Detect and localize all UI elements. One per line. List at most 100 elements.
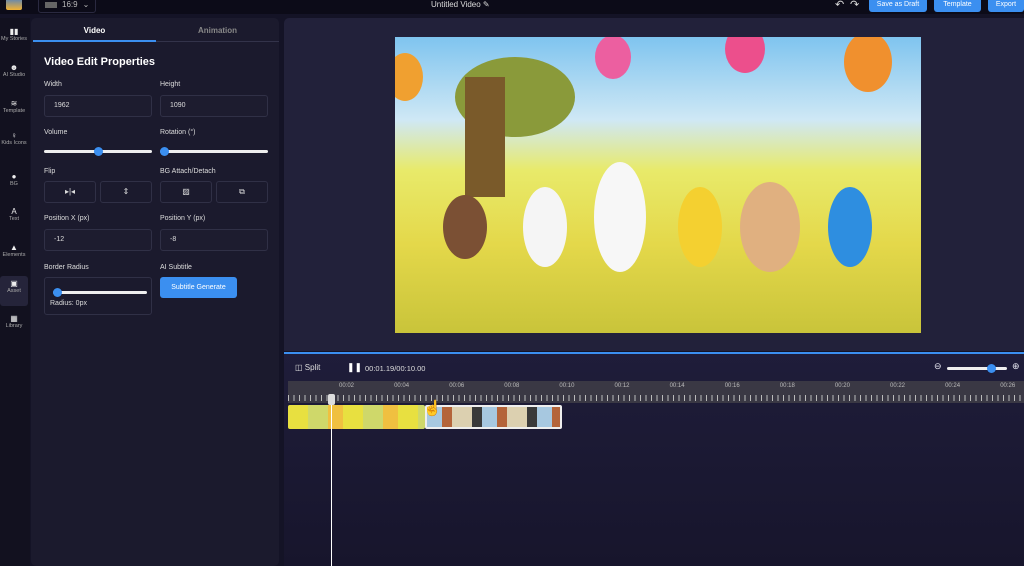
zoom-in-icon[interactable]: ⊕ bbox=[1012, 361, 1020, 372]
volume-label: Volume bbox=[44, 129, 68, 136]
template-button[interactable]: Template bbox=[934, 0, 981, 12]
text-icon: A bbox=[11, 207, 17, 216]
timeline-zoom-slider[interactable] bbox=[947, 364, 1007, 373]
ruler-tick-label: 00:16 bbox=[724, 383, 740, 389]
pause-icon[interactable]: ❚❚ bbox=[347, 362, 362, 373]
ruler-tick-label: 00:26 bbox=[1000, 383, 1016, 389]
undo-icon[interactable]: ↶ bbox=[835, 0, 844, 11]
flip-horizontal-icon: ▸|◂ bbox=[64, 187, 76, 196]
tab-animation[interactable]: Animation bbox=[156, 26, 279, 35]
white-cat-character bbox=[523, 187, 567, 267]
position-x-input[interactable]: -12 bbox=[44, 229, 152, 251]
book-icon: ▮▮ bbox=[9, 27, 19, 36]
split-button[interactable]: ◫ Split bbox=[295, 363, 320, 372]
video-frame-illustration bbox=[395, 37, 892, 272]
tree-trunk bbox=[465, 77, 505, 197]
ruler-tick-label: 00:24 bbox=[945, 383, 961, 389]
properties-panel: Video Animation Video Edit Properties Wi… bbox=[31, 18, 279, 566]
border-radius-handle[interactable] bbox=[53, 288, 62, 297]
flip-vertical-button[interactable]: ⇕ bbox=[100, 181, 152, 203]
sidebar-item-library[interactable]: ▦ Library bbox=[0, 315, 28, 330]
split-icon: ◫ bbox=[295, 363, 303, 372]
balloon bbox=[725, 37, 765, 73]
export-button[interactable]: Export bbox=[988, 0, 1024, 12]
sidebar-item-my-stories[interactable]: ▮▮ My Stories bbox=[0, 28, 28, 43]
label: Library bbox=[5, 323, 23, 329]
subtitle-generate-button[interactable]: Subtitle Generate bbox=[160, 277, 237, 298]
panel-heading: Video Edit Properties bbox=[44, 56, 156, 68]
palette-icon: ● bbox=[11, 172, 17, 181]
timeline: ◫ Split ❚❚ 00:01.19/00:10.00 ⊖ ⊕ 00:02 00… bbox=[284, 352, 1024, 566]
balloon bbox=[595, 37, 631, 79]
position-x-label: Position X (px) bbox=[44, 215, 90, 222]
sidebar-item-bg[interactable]: ● BG bbox=[0, 173, 28, 188]
volume-slider-handle[interactable] bbox=[94, 147, 103, 156]
flip-label: Flip bbox=[44, 168, 56, 175]
panel-tabs: Video Animation bbox=[33, 18, 279, 42]
position-y-input[interactable]: -8 bbox=[160, 229, 268, 251]
rotation-slider-handle[interactable] bbox=[160, 147, 169, 156]
playhead-handle[interactable] bbox=[328, 394, 335, 405]
position-y-label: Position Y (px) bbox=[160, 215, 206, 222]
zoom-slider-handle[interactable] bbox=[987, 364, 996, 373]
pencil-icon[interactable]: ✎ bbox=[483, 0, 490, 9]
bg-attach-button[interactable]: ▨ bbox=[160, 181, 212, 203]
timeline-top-border bbox=[284, 352, 1024, 354]
ruler-tick-label: 00:14 bbox=[669, 383, 685, 389]
ruler-tick-label: 00:02 bbox=[339, 383, 355, 389]
sidebar-item-text[interactable]: A Text bbox=[0, 208, 28, 223]
aspect-ratio-value: 16:9 bbox=[62, 0, 78, 9]
flip-vertical-icon: ⇕ bbox=[122, 187, 130, 196]
split-label: Split bbox=[304, 363, 321, 372]
label: Asset bbox=[7, 288, 21, 294]
balloon bbox=[395, 53, 423, 101]
video-clip-2[interactable] bbox=[425, 405, 562, 429]
ruler-tick-label: 00:08 bbox=[504, 383, 520, 389]
playhead[interactable] bbox=[331, 394, 332, 566]
sidebar-item-ai-studio[interactable]: ☻ AI Studio bbox=[0, 64, 28, 79]
sidebar-item-template[interactable]: ≋ Template bbox=[0, 100, 28, 115]
active-tab-indicator bbox=[33, 40, 156, 42]
cow-character bbox=[594, 162, 646, 272]
sidebar-item-asset[interactable]: ▣ Asset bbox=[0, 276, 28, 306]
save-draft-button[interactable]: Save as Draft bbox=[869, 0, 927, 12]
border-radius-slider[interactable] bbox=[53, 288, 147, 297]
label: My Stories bbox=[1, 36, 27, 42]
bird-character bbox=[828, 187, 872, 267]
ai-subtitle-label: AI Subtitle bbox=[160, 264, 192, 271]
tab-video[interactable]: Video bbox=[33, 26, 156, 35]
rotation-label: Rotation (°) bbox=[160, 129, 196, 136]
label: Elements bbox=[2, 252, 26, 258]
zoom-out-icon[interactable]: ⊖ bbox=[934, 361, 942, 372]
height-input[interactable]: 1090 bbox=[160, 95, 268, 117]
balloon bbox=[844, 37, 892, 92]
video-clip-1[interactable] bbox=[288, 405, 425, 429]
rotation-slider[interactable] bbox=[160, 147, 268, 156]
sidebar-item-kids-icons[interactable]: ♀ Kids Icons bbox=[0, 132, 28, 147]
shapes-icon: ▲ bbox=[10, 243, 18, 252]
sidebar-item-elements[interactable]: ▲ Elements bbox=[0, 244, 28, 259]
label: BG bbox=[10, 181, 18, 187]
video-canvas[interactable] bbox=[395, 37, 921, 333]
app-logo[interactable] bbox=[6, 0, 22, 10]
pattern-icon: ▨ bbox=[182, 187, 190, 196]
timeline-ruler[interactable]: 00:02 00:04 00:06 00:08 00:10 00:12 00:14 00:16… bbox=[288, 381, 1024, 403]
flip-horizontal-button[interactable]: ▸|◂ bbox=[44, 181, 96, 203]
bg-attach-label: BG Attach/Detach bbox=[160, 168, 216, 175]
sidebar: ▮▮ My Stories ☻ AI Studio ≋ Template ♀ Kids … bbox=[0, 18, 30, 566]
width-input[interactable]: 1962 bbox=[44, 95, 152, 117]
aspect-ratio-select[interactable]: 16:9 ⌄ bbox=[38, 0, 96, 13]
video-title[interactable]: Untitled Video ✎ bbox=[431, 0, 490, 9]
border-radius-box: Radius: 0px bbox=[44, 277, 152, 315]
volume-slider[interactable] bbox=[44, 147, 152, 156]
redo-icon[interactable]: ↷ bbox=[850, 0, 859, 11]
bg-detach-button[interactable]: ⧉ bbox=[216, 181, 268, 203]
ruler-tick-label: 00:12 bbox=[614, 383, 630, 389]
cat-character bbox=[443, 195, 487, 259]
library-icon: ▦ bbox=[10, 314, 18, 323]
border-radius-label: Border Radius bbox=[44, 264, 89, 271]
title-text: Untitled Video bbox=[431, 0, 481, 9]
detach-icon: ⧉ bbox=[239, 187, 245, 196]
top-bar: 16:9 ⌄ Untitled Video ✎ ↶ ↷ Save as Draft… bbox=[0, 0, 1024, 14]
layers-icon: ≋ bbox=[10, 99, 18, 108]
